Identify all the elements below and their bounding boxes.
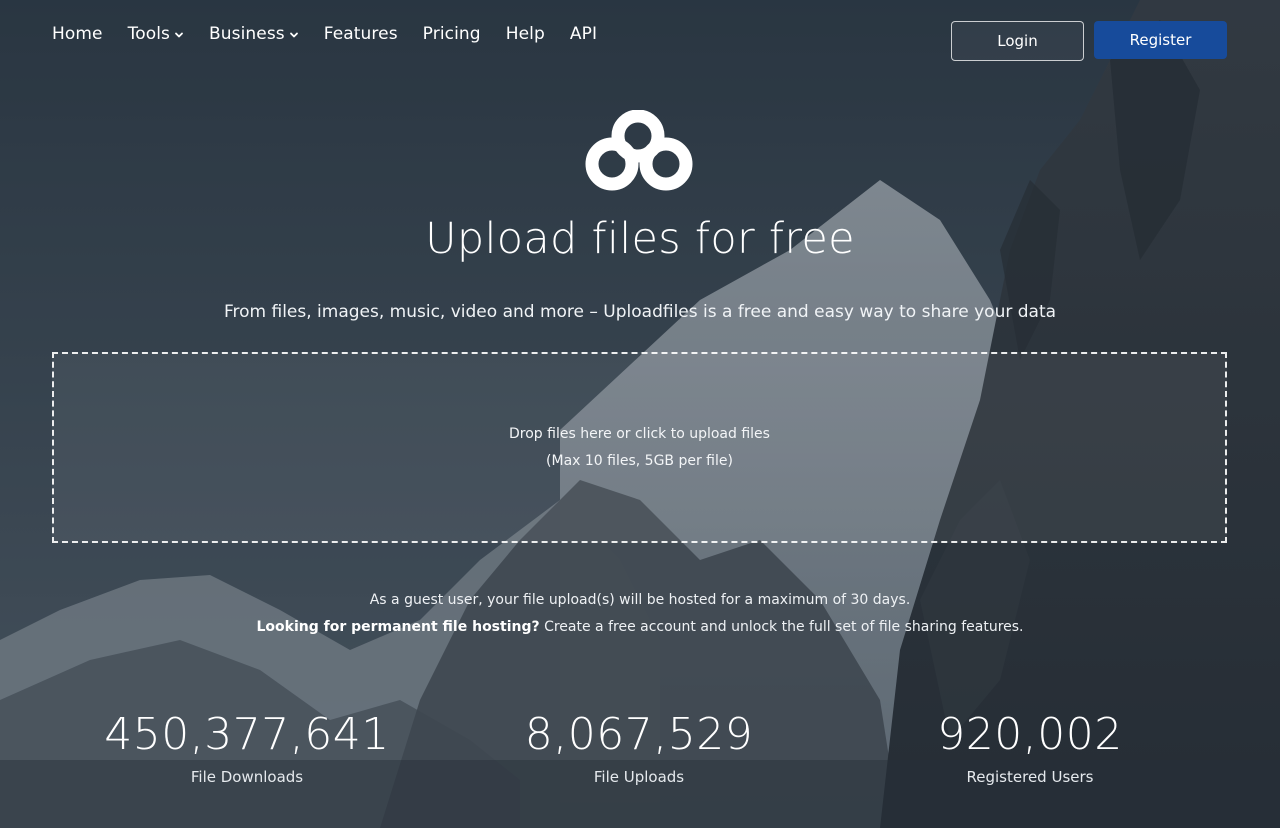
nav-features[interactable]: Features (324, 24, 398, 44)
main-nav: Home Tools Business Features Pricing Hel… (52, 24, 622, 44)
stat-value: 8,067,529 (524, 709, 754, 760)
nav-api-label: API (569, 24, 598, 44)
guest-info: As a guest user, your file upload(s) wil… (0, 587, 1280, 641)
content-layer: Home Tools Business Features Pricing Hel… (0, 0, 1280, 828)
nav-home-label: Home (52, 24, 103, 44)
nav-business-label: Business (209, 24, 285, 44)
dropzone-main-text: Drop files here or click to upload files (509, 425, 770, 442)
nav-tools[interactable]: Tools (128, 24, 184, 44)
chevron-down-icon (289, 32, 298, 38)
stat-label: File Downloads (190, 768, 304, 786)
nav-api[interactable]: API (570, 24, 597, 44)
guest-info-rest: Create a free account and unlock the ful… (539, 619, 1024, 635)
dropzone-limit-text: (Max 10 files, 5GB per file) (546, 452, 733, 469)
nav-business[interactable]: Business (209, 24, 299, 44)
login-button[interactable]: Login (951, 21, 1084, 61)
stat-registered-users: 920,002 Registered Users (860, 708, 1200, 786)
guest-info-line1: As a guest user, your file upload(s) wil… (369, 592, 911, 608)
login-button-label: Login (997, 32, 1038, 50)
stat-value: 920,002 (937, 709, 1123, 760)
upload-dropzone[interactable]: Drop files here or click to upload files… (52, 352, 1227, 543)
nav-help-label: Help (505, 24, 545, 44)
page: Home Tools Business Features Pricing Hel… (0, 0, 1280, 828)
stats-section: 450,377,641 File Downloads 8,067,529 Fil… (0, 708, 1280, 808)
nav-tools-label: Tools (127, 24, 170, 44)
guest-info-bold: Looking for permanent file hosting? (256, 619, 540, 635)
nav-help[interactable]: Help (506, 24, 545, 44)
nav-pricing-label: Pricing (422, 24, 481, 44)
nav-features-label: Features (323, 24, 398, 44)
nav-home[interactable]: Home (52, 24, 103, 44)
stat-label: Registered Users (966, 768, 1094, 786)
page-title: Upload files for free (425, 214, 855, 264)
register-button[interactable]: Register (1094, 21, 1227, 59)
stat-file-downloads: 450,377,641 File Downloads (77, 708, 417, 786)
chevron-down-icon (175, 32, 183, 38)
guest-info-line2: Looking for permanent file hosting? Crea… (0, 614, 1280, 641)
page-subtitle: From files, images, music, video and mor… (223, 302, 1057, 322)
register-button-label: Register (1129, 31, 1192, 49)
stat-label: File Uploads (593, 768, 685, 786)
uploadfiles-logo-icon (585, 110, 693, 191)
nav-pricing[interactable]: Pricing (423, 24, 481, 44)
auth-buttons: Login Register (951, 21, 1227, 61)
stat-file-uploads: 8,067,529 File Uploads (469, 708, 809, 786)
stat-value: 450,377,641 (104, 709, 390, 760)
